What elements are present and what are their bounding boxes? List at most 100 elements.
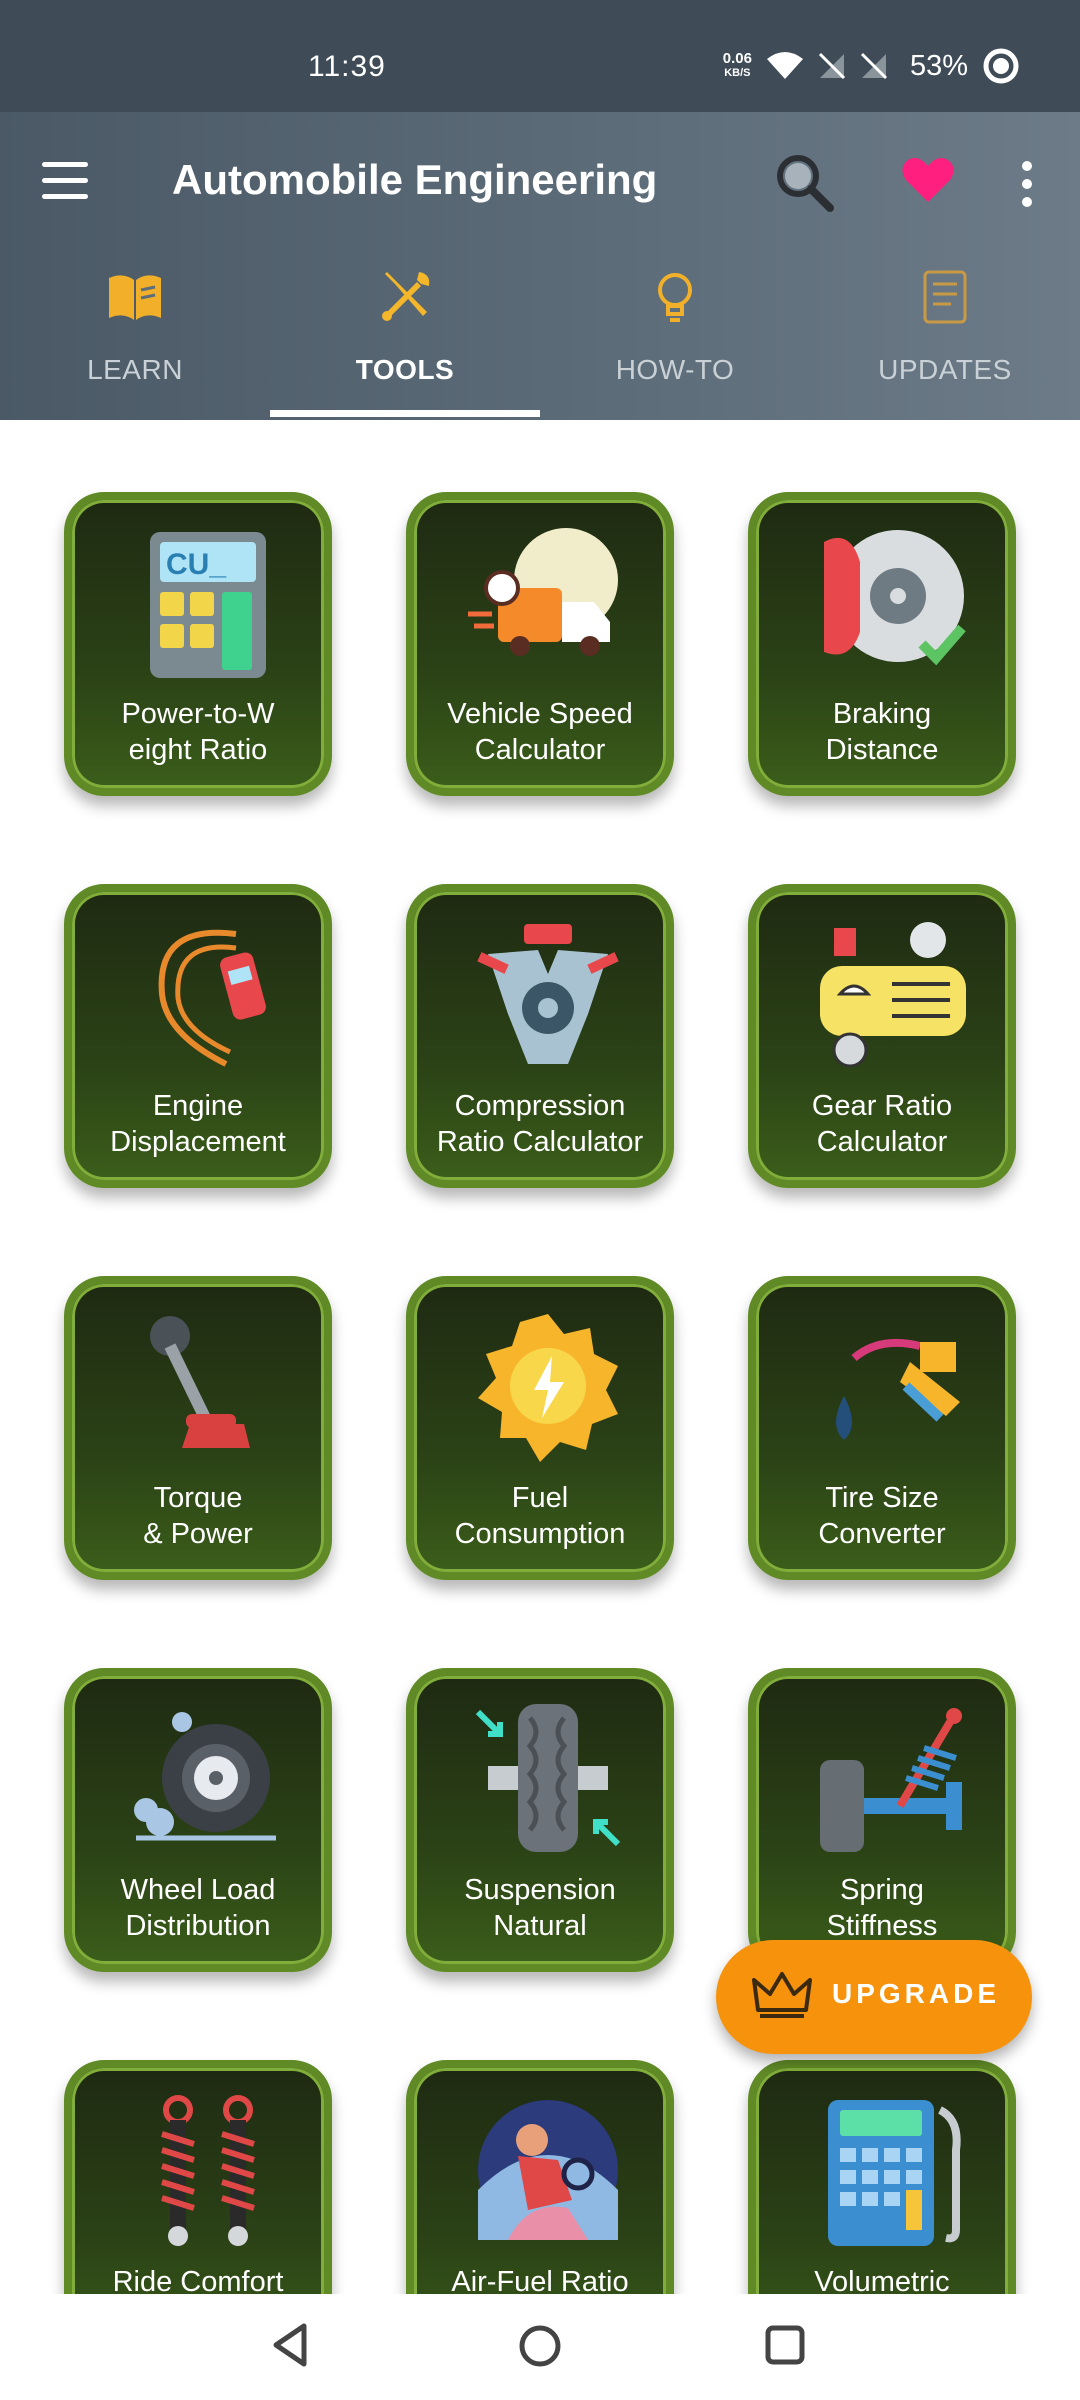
fuel-calculator-icon [828, 2100, 961, 2246]
tool-label-line1: Torque [153, 1482, 243, 1514]
tool-label: Ride Comfort [72, 2264, 324, 2294]
book-icon [109, 275, 161, 320]
tool-label-line1: Tire Size [825, 1482, 939, 1514]
heart-icon[interactable] [900, 152, 956, 208]
tool-label-line2: & Power [143, 1518, 253, 1550]
delivery-truck-icon [468, 528, 618, 656]
menu-button[interactable] [42, 162, 92, 202]
tab-label: LEARN [87, 354, 183, 385]
tab-learn[interactable]: LEARN [0, 262, 270, 420]
tool-label-line2: Converter [818, 1518, 946, 1550]
tool-label-line2: Natural [493, 1910, 587, 1942]
tool-label-line1: Ride Comfort [112, 2266, 284, 2294]
network-speed-unit: KB/S [724, 67, 751, 79]
app-bar: Automobile Engineering LEARN TOOLS HOW-T… [0, 112, 1080, 420]
tool-label-line1: Power-to-W [121, 698, 275, 730]
tool-ride-comfort[interactable]: Ride Comfort [64, 2060, 332, 2294]
network-speed-value: 0.06 [722, 50, 752, 67]
tool-label-line1: Braking [832, 698, 932, 730]
tool-air-fuel-ratio[interactable]: Air-Fuel Ratio [406, 2060, 674, 2294]
gear-shifter-icon [150, 1316, 250, 1448]
fuel-nozzle-icon [836, 1338, 960, 1440]
tab-label: HOW-TO [615, 354, 735, 385]
tool-compression-ratio[interactable]: Compression Ratio Calculator [406, 884, 674, 1188]
tool-label-line2: Distribution [125, 1910, 271, 1942]
tool-spring-stiffness[interactable]: Spring Stiffness [748, 1668, 1016, 1972]
more-vert-icon[interactable] [1012, 156, 1042, 212]
lightbulb-icon [658, 273, 692, 322]
tools-icon [382, 272, 430, 321]
tab-tools[interactable]: TOOLS [270, 262, 540, 420]
tool-label: Volumetric [756, 2264, 1008, 2294]
tool-vehicle-speed[interactable]: Vehicle Speed Calculator [406, 492, 674, 796]
network-speed: 0.06 KB/S [723, 51, 752, 81]
tool-label: Braking Distance [756, 696, 1008, 768]
tool-label: Vehicle Speed Calculator [414, 696, 666, 768]
battery-percent: 53% [909, 49, 968, 82]
tool-label-line2: Distance [825, 734, 939, 766]
tool-label: Engine Displacement [72, 1088, 324, 1160]
back-icon[interactable] [264, 2318, 318, 2372]
tool-label-line1: Engine [152, 1090, 244, 1122]
spinning-wheel-icon [134, 1712, 276, 1841]
tool-label-line1: Fuel [511, 1482, 569, 1514]
tab-how-to[interactable]: HOW-TO [540, 262, 810, 420]
tool-label: Tire Size Converter [756, 1480, 1008, 1552]
tool-label: Power-to-W eight Ratio [72, 696, 324, 768]
tool-engine-displacement[interactable]: Engine Displacement [64, 884, 332, 1188]
tool-label-line1: Compression [454, 1090, 626, 1122]
status-icons: 0.06 KB/S 53% [723, 46, 1020, 86]
tire-tread-icon [475, 1704, 621, 1852]
tool-label-line2: Consumption [454, 1518, 626, 1550]
no-signal-icon [860, 52, 888, 80]
search-icon[interactable] [772, 150, 836, 214]
tool-braking-distance[interactable]: Braking Distance [748, 492, 1016, 796]
tool-gear-ratio[interactable]: Gear Ratio Calculator [748, 884, 1016, 1188]
tool-volumetric[interactable]: Volumetric [748, 2060, 1016, 2294]
tab-label: UPDATES [878, 354, 1012, 385]
tab-bar: LEARN TOOLS HOW-TO UPDATES [0, 262, 1080, 420]
tool-wheel-load[interactable]: Wheel Load Distribution [64, 1668, 332, 1972]
upgrade-label: UPGRADE [832, 1978, 1001, 2009]
page-title: Automobile Engineering [172, 156, 658, 203]
battery-icon [983, 48, 1019, 84]
coil-springs-icon [161, 2095, 255, 2246]
tool-label-line2: Displacement [110, 1126, 286, 1158]
tool-suspension-natural[interactable]: Suspension Natural [406, 1668, 674, 1972]
tab-label: TOOLS [355, 354, 455, 385]
tool-label: Torque & Power [72, 1480, 324, 1552]
tool-fuel-consumption[interactable]: Fuel Consumption [406, 1276, 674, 1580]
brake-disc-icon [824, 530, 966, 666]
tab-updates[interactable]: UPDATES [810, 262, 1080, 420]
status-bar: 11:39 0.06 KB/S 53% [0, 0, 1080, 112]
drifting-car-icon [158, 929, 266, 1067]
tool-label: Suspension Natural [414, 1872, 666, 1944]
shock-absorber-icon [820, 1708, 962, 1852]
tool-label: Wheel Load Distribution [72, 1872, 324, 1944]
tool-label-line1: Gear Ratio [811, 1090, 953, 1122]
driver-icon [478, 2100, 618, 2240]
tool-label-line1: Vehicle Speed [447, 698, 633, 730]
tool-label-line2: Calculator [474, 734, 606, 766]
air-compressor-icon [820, 922, 966, 1068]
tool-tire-size[interactable]: Tire Size Converter [748, 1276, 1016, 1580]
wifi-icon [766, 52, 803, 79]
tool-label-line2: eight Ratio [128, 734, 268, 766]
crown-icon [752, 1972, 812, 2018]
system-nav-bar [0, 2294, 1080, 2400]
tool-torque-power[interactable]: Torque & Power [64, 1276, 332, 1580]
tool-label: Air-Fuel Ratio [414, 2264, 666, 2294]
news-icon [923, 270, 967, 324]
tool-label-line2: Ratio Calculator [436, 1126, 644, 1158]
energy-badge-icon [478, 1314, 618, 1462]
tool-label-line2: Calculator [816, 1126, 948, 1158]
tool-label-line1: Spring [840, 1874, 924, 1906]
tool-label: Fuel Consumption [414, 1480, 666, 1552]
home-icon[interactable] [512, 2318, 568, 2374]
recents-icon[interactable] [758, 2318, 812, 2372]
tool-label-line2: Stiffness [826, 1910, 938, 1942]
calculator-icon: CU_ [150, 532, 266, 678]
tool-label: Spring Stiffness [756, 1872, 1008, 1944]
tool-power-to-weight[interactable]: CU_ Power-to-W eight Ratio [64, 492, 332, 796]
upgrade-button[interactable]: UPGRADE [716, 1940, 1032, 2054]
